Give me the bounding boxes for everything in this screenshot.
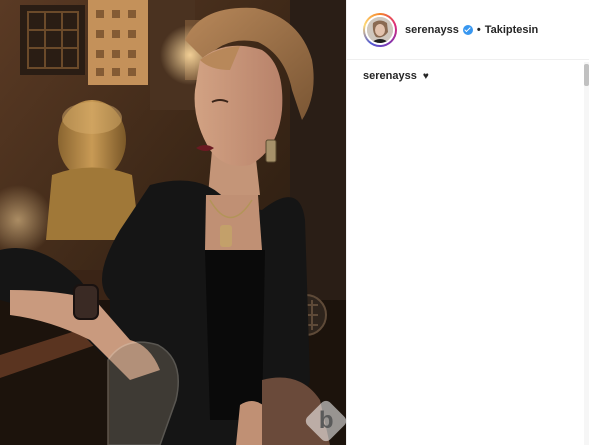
avatar-image — [367, 17, 393, 43]
scrollbar-track[interactable] — [584, 62, 589, 445]
post-caption: serenayss ♥ — [363, 70, 429, 82]
watermark-letter: b — [318, 407, 334, 435]
scrollbar-thumb[interactable] — [584, 64, 589, 86]
following-button[interactable]: Takiptesin — [485, 24, 539, 36]
heart-icon: ♥ — [422, 71, 429, 82]
avatar-portrait-icon — [367, 17, 393, 43]
avatar[interactable] — [363, 13, 397, 47]
post-side-panel: serenayss • Takiptesin serenayss ♥ — [346, 0, 589, 445]
post-header: serenayss • Takiptesin — [347, 0, 589, 60]
header-user-row: serenayss • Takiptesin — [405, 22, 538, 38]
separator-dot: • — [476, 24, 481, 36]
username-link[interactable]: serenayss — [405, 24, 459, 36]
photo-illustration — [0, 0, 346, 445]
avatar-frame — [365, 15, 395, 45]
post-photo[interactable]: b — [0, 0, 346, 445]
caption-username-link[interactable]: serenayss — [363, 70, 417, 82]
verified-badge-icon — [462, 25, 473, 35]
